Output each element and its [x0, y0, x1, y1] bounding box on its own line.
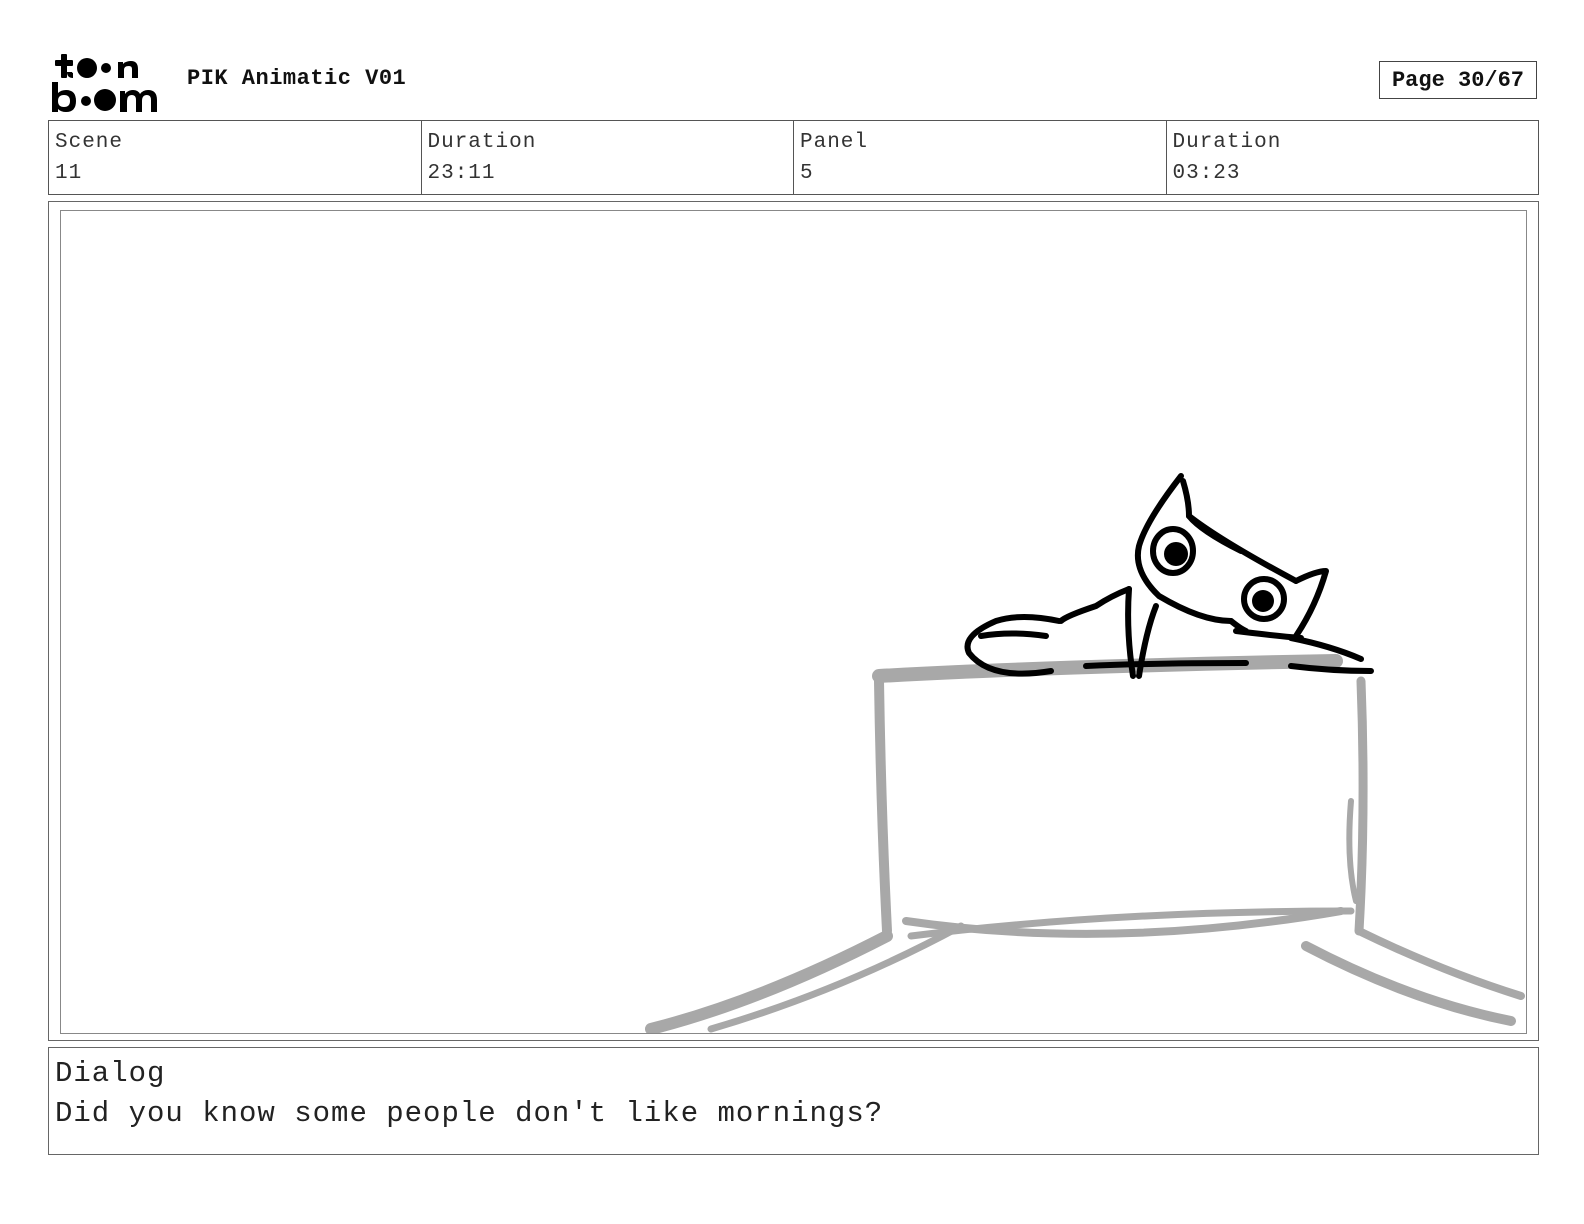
panel-sketch [645, 473, 1525, 1033]
scene-info-row: Scene 11 Duration 23:11 Panel 5 Duration… [48, 120, 1539, 195]
scene-duration-cell: Duration 23:11 [422, 121, 794, 194]
page-indicator: Page 30/67 [1379, 61, 1537, 99]
cat-sketch [964, 473, 1374, 679]
dialog-box: Dialog Did you know some people don't li… [48, 1047, 1539, 1155]
panel-label: Panel [800, 131, 869, 154]
table-sketch [645, 654, 1525, 1033]
panel-cell: Panel 5 [794, 121, 1167, 194]
toon-boom-logo [52, 54, 157, 112]
panel-duration-label: Duration [1172, 131, 1282, 154]
logo-top-row [55, 54, 138, 78]
panel-value: 5 [800, 162, 814, 185]
scene-label: Scene [55, 131, 124, 154]
storyboard-panel-image [60, 210, 1527, 1034]
dialog-label: Dialog [55, 1057, 166, 1090]
panel-duration-cell: Duration 03:23 [1167, 121, 1539, 194]
project-title: PIK Animatic V01 [187, 66, 407, 91]
dialog-text: Did you know some people don't like morn… [55, 1097, 884, 1130]
scene-value: 11 [55, 162, 83, 185]
panel-duration-value: 03:23 [1172, 162, 1241, 185]
scene-duration-label: Duration [427, 131, 537, 154]
scene-duration-value: 23:11 [427, 162, 496, 185]
scene-cell: Scene 11 [49, 121, 422, 194]
page-indicator-text: Page 30/67 [1391, 67, 1525, 93]
logo-bottom-row [52, 82, 157, 112]
